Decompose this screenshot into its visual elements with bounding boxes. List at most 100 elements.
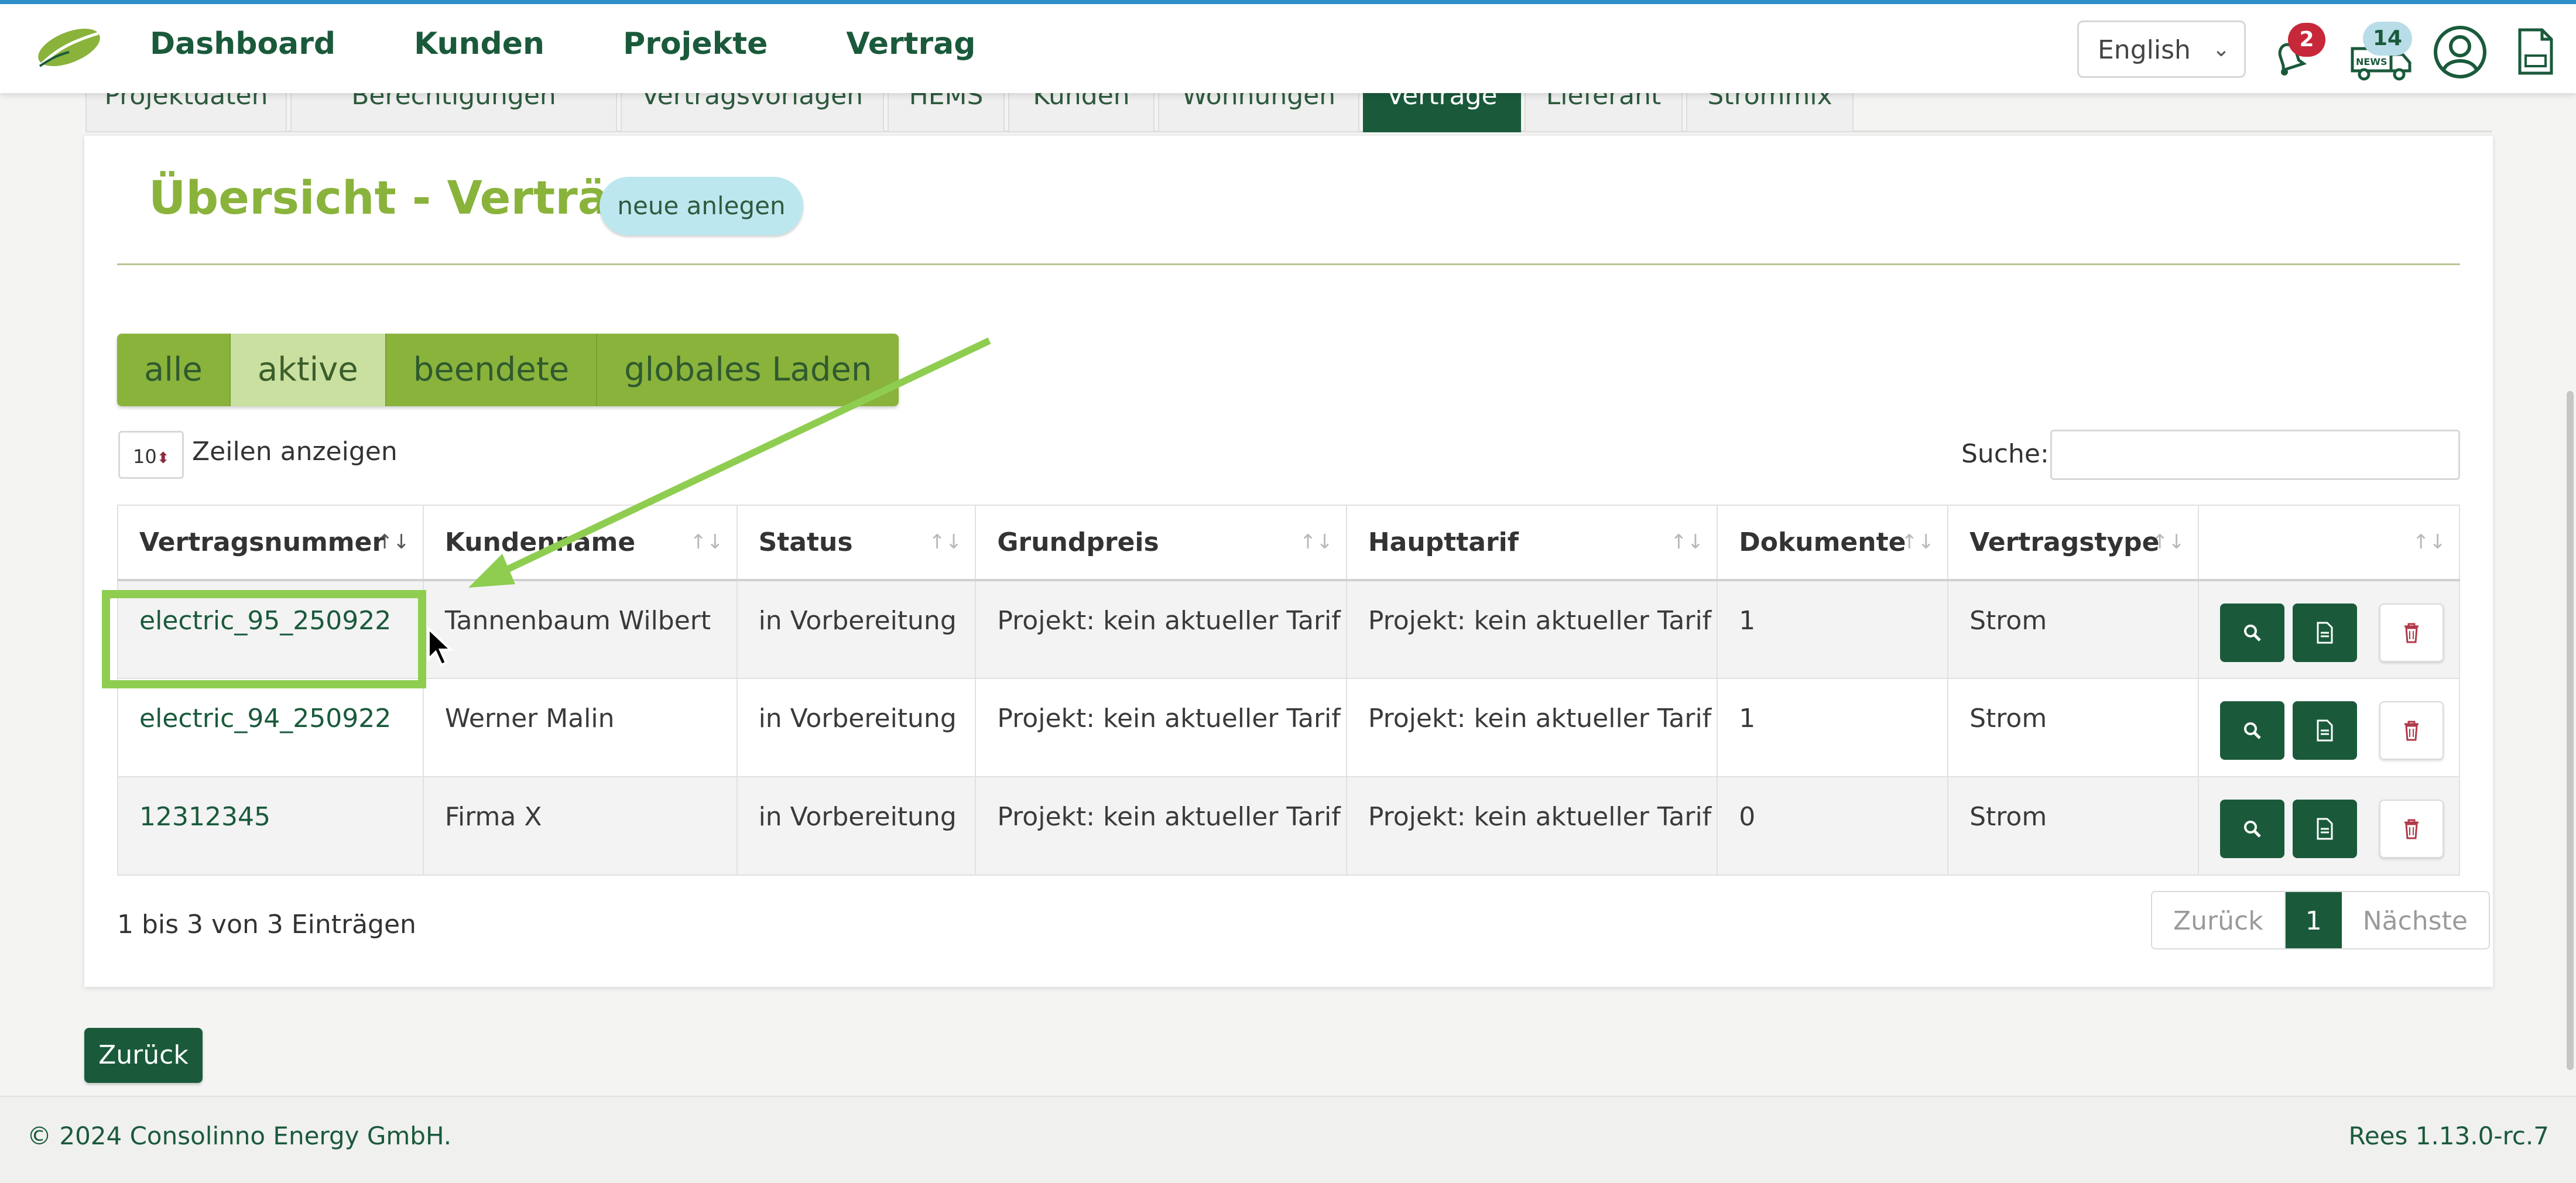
col-label: Vertragstype [1969, 527, 2160, 557]
sort-icon: ↑↓ [690, 530, 724, 554]
filter-alle[interactable]: alle [117, 334, 231, 406]
file-icon [2317, 818, 2333, 840]
document-button[interactable] [2292, 701, 2357, 760]
tab-vertraege[interactable]: Verträge [1363, 89, 1521, 132]
document-icon[interactable] [2515, 26, 2556, 77]
col-vertragstype[interactable]: Vertragstype ↑↓ [1947, 505, 2199, 581]
col-label: Dokumente [1739, 527, 1906, 557]
contract-number-link[interactable]: 12312345 [117, 776, 424, 876]
col-status[interactable]: Status ↑↓ [736, 505, 977, 581]
nav-dashboard[interactable]: Dashboard [150, 26, 335, 61]
trash-icon [2404, 721, 2419, 741]
cell-base-price: Projekt: kein aktueller Tarif [975, 678, 1347, 777]
col-label: Kundenname [444, 527, 636, 557]
notification-badge: 2 [2288, 23, 2325, 57]
cell-main-tariff: Projekt: kein aktueller Tarif [1345, 776, 1718, 876]
search-icon [2243, 625, 2261, 642]
col-kundenname[interactable]: Kundenname ↑↓ [422, 505, 738, 581]
sort-icon: ↑↓ [1670, 530, 1704, 554]
status-filter-group: alle aktive beendete globales Laden [117, 334, 899, 406]
news-badge: 14 [2363, 22, 2412, 56]
col-haupttarif[interactable]: Haupttarif ↑↓ [1345, 505, 1718, 581]
filter-aktive[interactable]: aktive [230, 334, 386, 406]
table-row: 12312345 Firma X in Vorbereitung Projekt… [117, 776, 2461, 876]
contract-number-link[interactable]: electric_94_250922 [117, 678, 424, 777]
tab-lieferant[interactable]: Lieferant [1525, 89, 1683, 132]
col-vertragsnummer[interactable]: Vertragsnummer ↑↓ [117, 505, 424, 581]
user-avatar-icon[interactable] [2432, 24, 2488, 80]
cell-status: in Vorbereitung [736, 580, 977, 679]
delete-button[interactable] [2379, 603, 2444, 662]
filter-globales-laden[interactable]: globales Laden [597, 334, 899, 406]
leaf-logo-icon[interactable] [34, 25, 103, 71]
view-button[interactable] [2219, 603, 2284, 662]
tab-hems[interactable]: HEMS [888, 89, 1005, 132]
tab-projektdaten[interactable]: Projektdaten [85, 89, 287, 132]
document-button[interactable] [2292, 800, 2357, 858]
col-label: Status [758, 527, 853, 557]
pagination-next[interactable]: Nächste [2342, 892, 2489, 948]
cell-main-tariff: Projekt: kein aktueller Tarif [1345, 678, 1718, 777]
tab-berechtigungen[interactable]: Berechtigungen [290, 89, 617, 132]
pagination-page[interactable]: 1 [2285, 892, 2342, 948]
cell-contract-type: Strom [1947, 776, 2199, 876]
main-nav: Dashboard Kunden Projekte Vertrag [150, 26, 1054, 61]
pagination: Zurück 1 Nächste [2151, 891, 2490, 949]
sort-icon: ↑↓ [1299, 530, 1333, 554]
nav-projekte[interactable]: Projekte [623, 26, 768, 61]
cell-main-tariff: Projekt: kein aktueller Tarif [1345, 580, 1718, 679]
delete-button[interactable] [2379, 800, 2444, 858]
language-select[interactable]: English ⌄ [2077, 20, 2246, 78]
filter-beendete[interactable]: beendete [386, 334, 598, 406]
cell-customer: Tannenbaum Wilbert [422, 580, 738, 679]
tab-vertragsvorlagen[interactable]: Vertragsvorlagen [621, 89, 884, 132]
col-label: Grundpreis [997, 527, 1159, 557]
cell-documents: 1 [1717, 678, 1949, 777]
vertical-scrollbar[interactable] [2567, 391, 2574, 1070]
cell-contract-type: Strom [1947, 580, 2199, 679]
sort-updown-icon: ⬍ [156, 450, 170, 467]
language-value: English [2098, 35, 2191, 65]
nav-vertrag[interactable]: Vertrag [846, 26, 975, 61]
cell-actions [2197, 580, 2461, 679]
page-length-select[interactable]: 10⬍ [118, 431, 184, 479]
page-length-value: 10 [133, 445, 157, 468]
project-tabs: Projektdaten Berechtigungen Vertragsvorl… [85, 89, 2492, 132]
file-icon [2317, 622, 2333, 644]
sort-icon: ↑↓ [2152, 530, 2185, 554]
view-button[interactable] [2219, 800, 2284, 858]
news-label: NEWS [2356, 56, 2387, 67]
col-dokumente[interactable]: Dokumente ↑↓ [1717, 505, 1949, 581]
cell-documents: 0 [1717, 776, 1949, 876]
page-length-label: Zeilen anzeigen [192, 437, 398, 467]
cell-customer: Werner Malin [422, 678, 738, 777]
file-icon [2317, 719, 2333, 742]
tab-strommix[interactable]: Strommix [1686, 89, 1854, 132]
cell-status: in Vorbereitung [736, 678, 977, 777]
chevron-down-icon: ⌄ [2212, 37, 2230, 61]
document-button[interactable] [2292, 603, 2357, 662]
copyright: © 2024 Consolinno Energy GmbH. [27, 1122, 452, 1150]
sort-desc-icon: ↑↓ [376, 530, 410, 554]
pagination-prev[interactable]: Zurück [2152, 892, 2284, 948]
view-button[interactable] [2219, 701, 2284, 760]
nav-kunden[interactable]: Kunden [414, 26, 544, 61]
search-label: Suche: [1961, 439, 2049, 469]
search-input[interactable] [2050, 430, 2460, 480]
col-grundpreis[interactable]: Grundpreis ↑↓ [975, 505, 1347, 581]
loading-bar [0, 0, 2576, 4]
top-header: Dashboard Kunden Projekte Vertrag Englis… [0, 4, 2576, 93]
search-icon [2243, 722, 2261, 739]
search-icon [2243, 821, 2261, 838]
back-button[interactable]: Zurück [84, 1028, 203, 1083]
tab-wohnungen[interactable]: Wohnungen [1158, 89, 1359, 132]
contracts-table: Vertragsnummer ↑↓ Kundenname ↑↓ Status ↑↓ G… [117, 505, 2461, 876]
cell-customer: Firma X [422, 776, 738, 876]
cell-actions [2197, 678, 2461, 777]
tab-kunden[interactable]: Kunden [1008, 89, 1155, 132]
delete-button[interactable] [2379, 701, 2444, 760]
title-divider [117, 263, 2460, 265]
col-actions[interactable]: ↑↓ [2197, 505, 2461, 581]
cell-actions [2197, 776, 2461, 876]
new-contract-button[interactable]: neue anlegen [600, 177, 803, 235]
